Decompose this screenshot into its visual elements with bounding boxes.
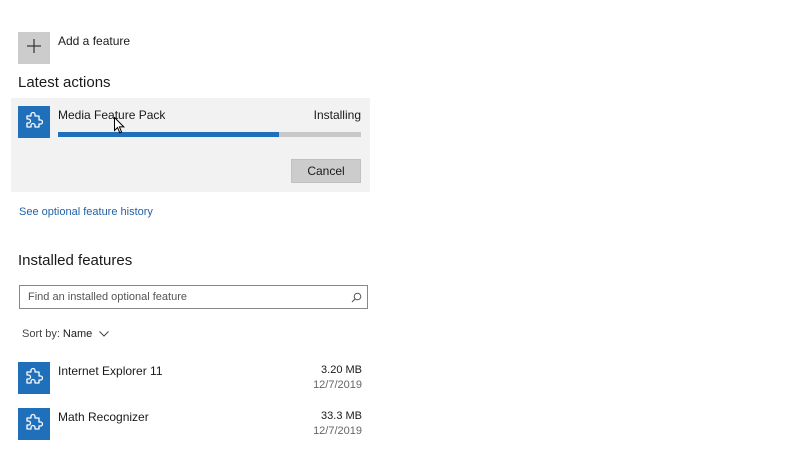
puzzle-icon bbox=[24, 412, 44, 437]
sort-by-label: Sort by: bbox=[22, 328, 60, 340]
feature-date: 12/7/2019 bbox=[313, 379, 362, 391]
installed-features-heading: Installed features bbox=[18, 252, 133, 269]
internet-explorer-icon-tile bbox=[18, 362, 50, 394]
add-feature-label[interactable]: Add a feature bbox=[58, 34, 130, 48]
puzzle-icon bbox=[24, 110, 44, 135]
list-item[interactable]: Internet Explorer 11 3.20 MB 12/7/2019 bbox=[18, 362, 362, 396]
math-recognizer-icon-tile bbox=[18, 408, 50, 440]
add-feature-button[interactable] bbox=[18, 32, 50, 64]
mouse-cursor-icon bbox=[114, 116, 125, 139]
optional-feature-history-link[interactable]: See optional feature history bbox=[19, 206, 153, 218]
cancel-button[interactable]: Cancel bbox=[291, 159, 361, 183]
feature-date: 12/7/2019 bbox=[313, 425, 362, 437]
list-item[interactable]: Math Recognizer 33.3 MB 12/7/2019 bbox=[18, 408, 362, 442]
feature-name: Math Recognizer bbox=[58, 410, 149, 424]
feature-size: 3.20 MB bbox=[321, 364, 362, 376]
feature-size: 33.3 MB bbox=[321, 410, 362, 422]
sort-by-dropdown[interactable]: Sort by: Name bbox=[22, 328, 110, 340]
media-feature-pack-icon-tile bbox=[18, 106, 50, 138]
chevron-down-icon bbox=[99, 331, 110, 337]
feature-name: Internet Explorer 11 bbox=[58, 364, 163, 378]
search-input[interactable] bbox=[20, 286, 345, 308]
puzzle-icon bbox=[24, 366, 44, 391]
search-icon[interactable] bbox=[345, 292, 367, 303]
install-progress-fill bbox=[58, 132, 280, 137]
plus-icon bbox=[27, 38, 41, 58]
sort-by-value: Name bbox=[62, 328, 93, 340]
action-feature-name: Media Feature Pack bbox=[58, 108, 166, 122]
latest-actions-heading: Latest actions bbox=[18, 74, 111, 91]
installed-feature-search bbox=[19, 285, 368, 309]
action-status: Installing bbox=[313, 108, 361, 122]
install-progress-bar bbox=[58, 132, 361, 137]
